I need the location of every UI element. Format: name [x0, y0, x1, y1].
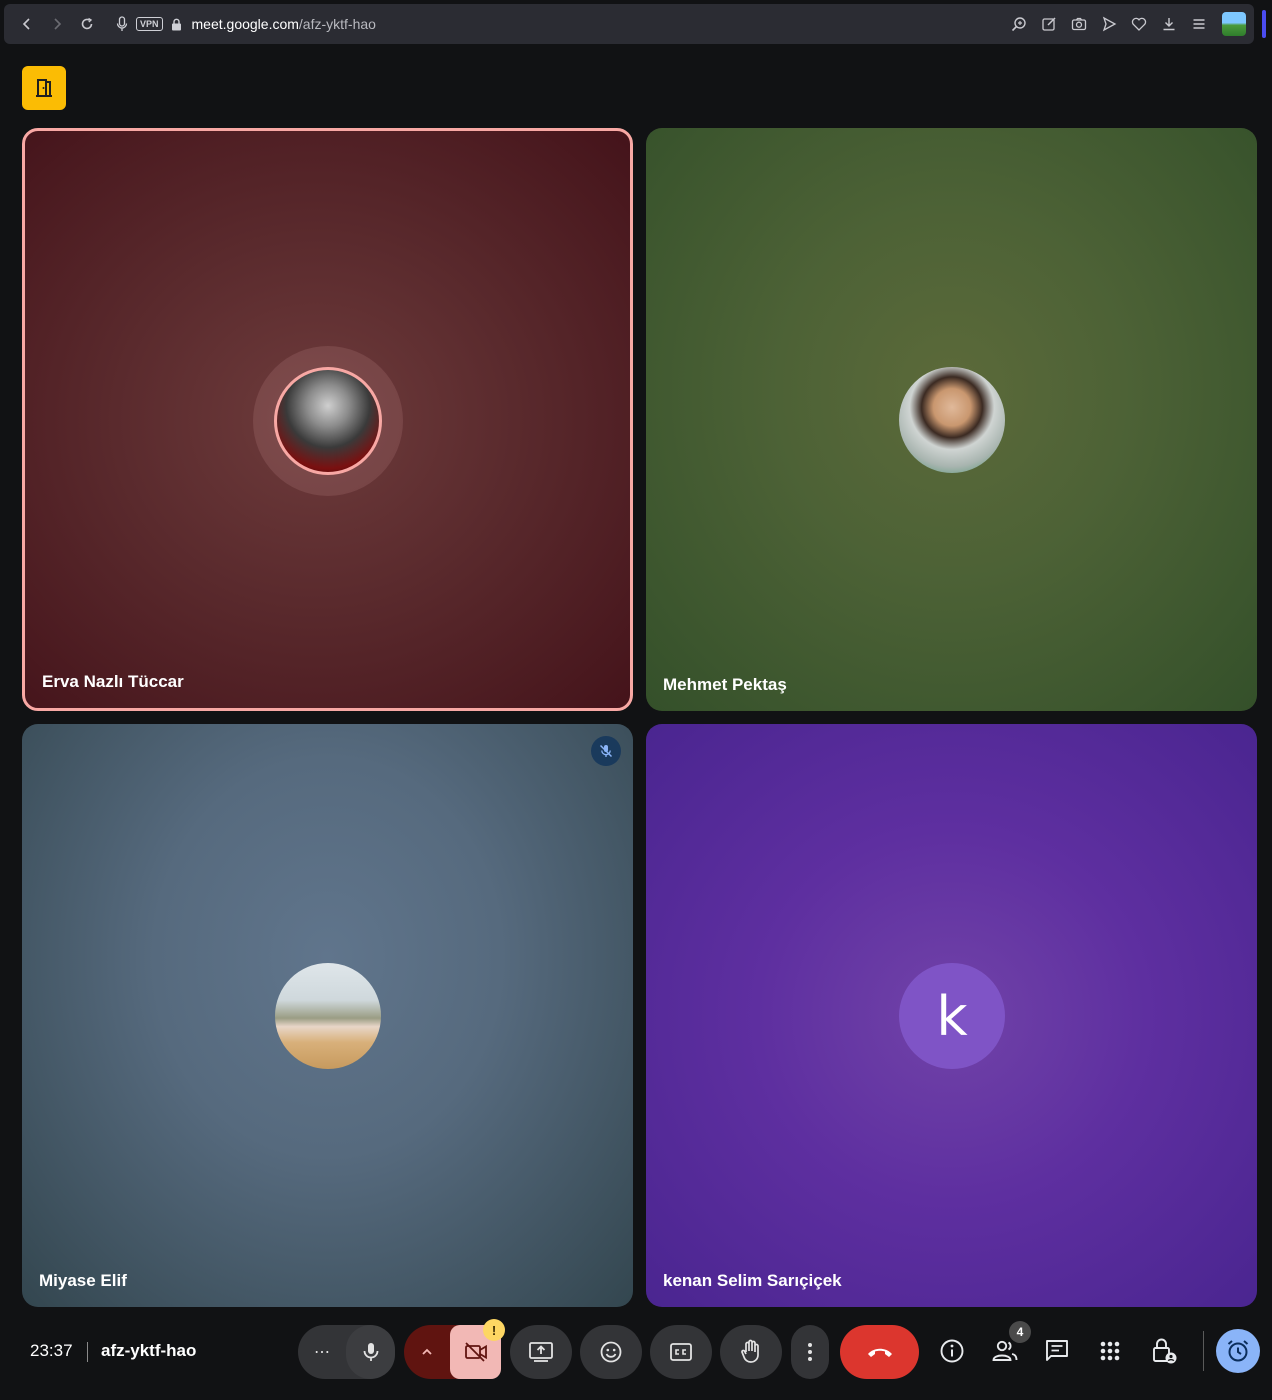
- microphone-icon: [363, 1343, 378, 1361]
- browser-toolbar: VPN meet.google.com/afz-yktf-hao: [4, 4, 1254, 44]
- participant-name: Mehmet Pektaş: [663, 675, 787, 694]
- clock-time: 23:37: [30, 1341, 73, 1360]
- divider: [87, 1342, 88, 1362]
- meeting-controls-bar: 23:37 afz-yktf-hao ⋯ ! 4: [0, 1315, 1272, 1387]
- participant-tile-mehmet[interactable]: Mehmet Pektaş: [646, 128, 1257, 711]
- audio-control-group: ⋯: [298, 1325, 395, 1379]
- microphone-button[interactable]: [346, 1325, 395, 1379]
- lock-icon[interactable]: [171, 18, 182, 31]
- back-arrow-icon: [22, 18, 30, 30]
- url-domain: meet.google.com: [191, 16, 299, 32]
- camera-toggle-button[interactable]: !: [450, 1319, 505, 1379]
- download-icon[interactable]: [1156, 11, 1182, 37]
- profile-avatar[interactable]: [1222, 12, 1246, 36]
- participant-tile-erva[interactable]: Erva Nazlı Tüccar: [22, 128, 633, 711]
- participant-tile-kenan[interactable]: k kenan Selim Sarıçiçek: [646, 724, 1257, 1307]
- participant-tile-miyase[interactable]: Miyase Elif: [22, 724, 633, 1307]
- send-icon[interactable]: [1096, 11, 1122, 37]
- people-icon[interactable]: 4: [989, 1321, 1031, 1367]
- more-options-button[interactable]: [791, 1325, 829, 1379]
- camera-options-button[interactable]: [404, 1345, 450, 1359]
- browser-actions: [1006, 11, 1246, 37]
- present-screen-button[interactable]: [510, 1325, 572, 1379]
- alarm-clock-icon[interactable]: [1216, 1329, 1260, 1373]
- door-exit-icon[interactable]: [22, 66, 66, 110]
- participant-name: kenan Selim Sarıçiçek: [663, 1271, 842, 1290]
- reactions-button[interactable]: [580, 1325, 642, 1379]
- vpn-badge[interactable]: VPN: [136, 17, 163, 31]
- back-button[interactable]: [12, 9, 42, 39]
- address-bar[interactable]: VPN meet.google.com/afz-yktf-hao: [116, 16, 376, 32]
- menu-icon[interactable]: [1186, 11, 1212, 37]
- present-screen-icon: [529, 1342, 553, 1362]
- edit-icon[interactable]: [1036, 11, 1062, 37]
- url-text[interactable]: meet.google.com/afz-yktf-hao: [192, 16, 376, 32]
- captions-button[interactable]: [650, 1325, 712, 1379]
- divider: [1203, 1331, 1204, 1371]
- microphone-icon[interactable]: [116, 16, 128, 32]
- zoom-search-icon[interactable]: [1006, 11, 1032, 37]
- avatar: [275, 963, 381, 1069]
- muted-mic-icon: [591, 736, 621, 766]
- activities-grid-icon[interactable]: [1094, 1335, 1126, 1367]
- forward-button[interactable]: [42, 9, 72, 39]
- audio-options-button[interactable]: ⋯: [298, 1342, 346, 1362]
- reload-button[interactable]: [72, 9, 102, 39]
- raise-hand-button[interactable]: [720, 1325, 782, 1379]
- camera-off-icon: [464, 1342, 487, 1362]
- avatar: [274, 367, 382, 475]
- forward-arrow-icon: [54, 18, 62, 30]
- chat-icon[interactable]: [1041, 1335, 1073, 1367]
- avatar: [899, 367, 1005, 473]
- camera-warning-badge: !: [483, 1319, 505, 1341]
- speaking-indicator-ring: [253, 346, 403, 496]
- camera-control-group: !: [404, 1319, 505, 1379]
- avatar-initial: k: [899, 963, 1005, 1069]
- meeting-code: afz-yktf-hao: [101, 1341, 197, 1360]
- heart-icon[interactable]: [1126, 11, 1152, 37]
- chevron-up-icon: [422, 1348, 432, 1355]
- closed-captions-icon: [670, 1343, 692, 1361]
- url-path: /afz-yktf-hao: [298, 16, 376, 32]
- emoji-icon: [600, 1341, 622, 1363]
- more-vertical-icon: [808, 1343, 812, 1361]
- camera-snapshot-icon[interactable]: [1066, 11, 1092, 37]
- end-call-icon: [867, 1348, 892, 1357]
- raise-hand-icon: [741, 1339, 759, 1363]
- leave-call-button[interactable]: [840, 1325, 919, 1379]
- reload-icon: [81, 17, 93, 30]
- host-controls-lock-icon[interactable]: [1148, 1335, 1180, 1367]
- participant-name: Miyase Elif: [39, 1271, 127, 1290]
- participant-name: Erva Nazlı Tüccar: [42, 672, 184, 691]
- participant-count-badge: 4: [1009, 1321, 1031, 1343]
- meeting-info-icon[interactable]: [936, 1335, 968, 1367]
- scroll-indicator: [1262, 10, 1266, 38]
